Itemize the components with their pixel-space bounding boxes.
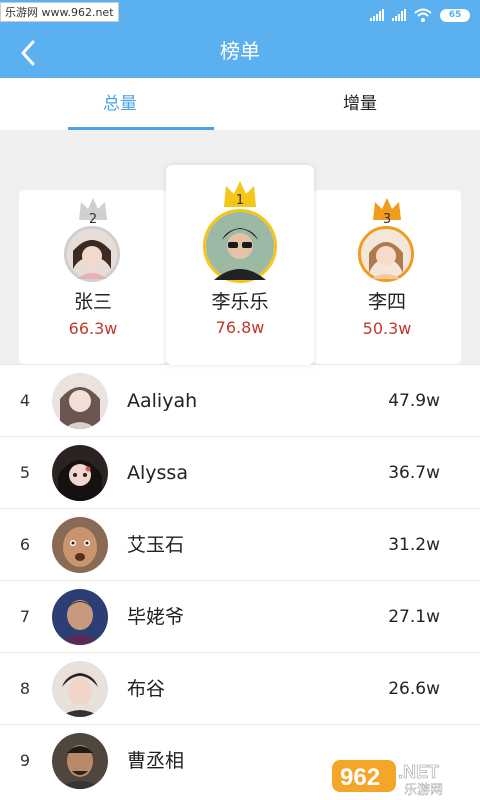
wifi-icon [414,8,432,22]
list-score: 31.2w [388,535,440,555]
signal-icon-2 [392,9,406,21]
podium-score: 50.3w [362,319,412,338]
avatar [64,226,120,282]
list-score: 26.6w [388,679,440,699]
tab-increment[interactable]: 增量 [240,78,480,130]
list-name: 毕姥爷 [127,606,185,628]
watermark-sub: 乐游网 [404,783,443,796]
list-name: 布谷 [127,678,166,700]
avatar [203,209,277,283]
avatar [52,517,108,573]
avatar [52,733,108,789]
avatar [52,373,108,429]
list-name: 曹丞相 [127,750,185,772]
list-score: 36.7w [388,463,440,483]
podium-name: 李四 [367,291,406,313]
tab-total[interactable]: 总量 [0,78,240,130]
signal-icon [370,9,384,21]
avatar [358,226,414,282]
list-item[interactable]: 8 布谷 26.6w [0,652,480,724]
list-rank: 8 [19,679,31,698]
list-item[interactable]: 6 艾玉石 31.2w [0,508,480,580]
ranking-list: 4 Aaliyah 47.9w 5 Alyssa 36.7w 6 艾玉石 31.… [0,364,480,796]
avatar [52,445,108,501]
list-name: Alyssa [127,462,188,484]
podium-card-second[interactable]: 2 张三 66.3w [19,190,167,364]
podium-card-third[interactable]: 3 李四 50.3w [313,190,461,364]
status-icons: 65 [370,7,470,23]
battery-icon: 65 [440,8,470,22]
watermark-brand: 962 [340,764,380,791]
watermark-suffix: .NET [398,762,439,782]
list-item[interactable]: 5 Alyssa 36.7w [0,436,480,508]
site-watermark-logo: 962 .NET 乐游网 [332,760,443,796]
podium-name: 张三 [73,291,112,313]
podium-name: 李乐乐 [211,291,269,313]
podium-rank: 3 [382,212,392,227]
list-score: 27.1w [388,607,440,627]
podium-score: 66.3w [68,319,118,338]
list-rank: 6 [19,535,31,554]
page-title: 榜单 [220,39,260,63]
list-rank: 7 [19,607,31,626]
list-rank: 5 [19,463,31,482]
list-item[interactable]: 4 Aaliyah 47.9w [0,364,480,436]
avatar [52,661,108,717]
status-bar: 乐游网 www.962.net 65 [0,0,480,30]
list-item[interactable]: 7 毕姥爷 27.1w [0,580,480,652]
podium-card-first[interactable]: 1 李乐乐 76.8w [166,165,314,365]
list-rank: 9 [19,751,31,770]
podium-rank: 1 [235,193,245,208]
avatar [52,589,108,645]
list-score: 47.9w [388,391,440,411]
list-rank: 4 [19,391,31,410]
podium-rank: 2 [88,212,98,227]
top-watermark: 乐游网 www.962.net [0,2,119,22]
list-name: Aaliyah [127,390,198,412]
list-name: 艾玉石 [127,534,185,556]
podium-score: 76.8w [215,318,265,337]
tab-bar: 总量 增量 [0,78,480,130]
app-header: 榜单 [0,30,480,78]
